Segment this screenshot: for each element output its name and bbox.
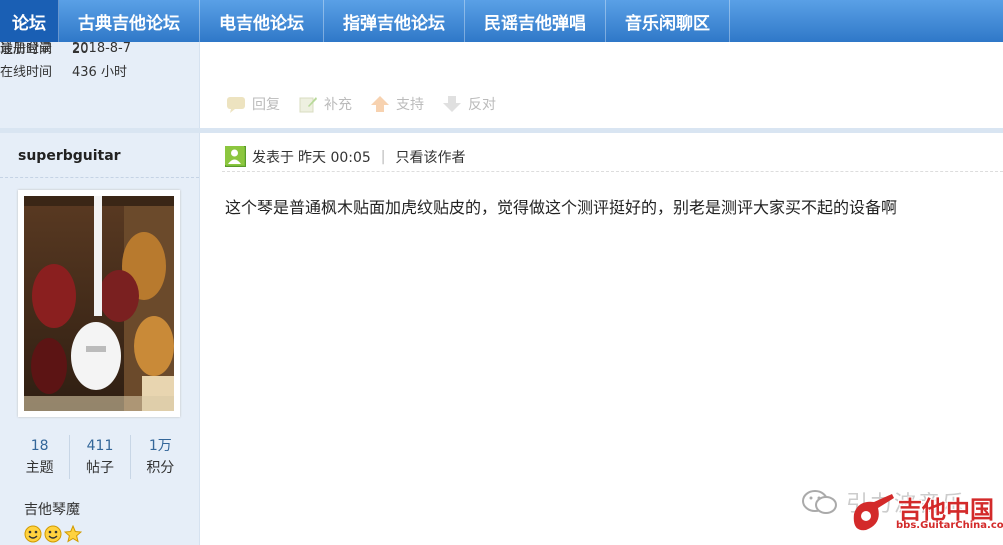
thumbs-up-icon (371, 96, 389, 112)
meta-separator: | (380, 148, 386, 165)
online-status-icon (225, 146, 246, 167)
stat-threads-label: 主题 (25, 460, 54, 476)
edit-icon (299, 97, 317, 113)
post-meta-prefix: 发表于 (252, 149, 294, 166)
sidebar-divider (0, 177, 199, 178)
stat-points-value: 1万 (148, 438, 172, 454)
post-content: 这个琴是普通枫木贴面加虎纹贴皮的，觉得做这个测评挺好的，别老是测评大家买不起的设… (225, 198, 898, 217)
post-meta-divider (222, 171, 1003, 172)
wechat-icon (802, 490, 837, 514)
reply-label: 回复 (252, 97, 280, 113)
stat-threads-value: 18 (30, 438, 49, 454)
author-only-link[interactable]: 只看该作者 (396, 147, 466, 167)
nav-item-music-chat[interactable]: 音乐闲聊区 (606, 0, 730, 42)
support-button[interactable]: 支持 (370, 94, 424, 114)
supplement-button[interactable]: 补充 (298, 94, 352, 114)
stat-posts[interactable]: 411 帖子 (70, 435, 131, 479)
nav-item-folk-guitar[interactable]: 民谣吉他弹唱 (465, 0, 606, 42)
nav-item-classical-guitar[interactable]: 古典吉他论坛 (59, 0, 200, 42)
logo-sub-text: bbs.GuitarChina.com (896, 520, 1003, 531)
online-time-value: 436 小时 (72, 65, 127, 80)
author-username[interactable]: superbguitar (18, 148, 121, 164)
nav-item-forum[interactable]: 论坛 (0, 0, 59, 42)
post-meta: 发表于 昨天 00:05 | 只看该作者 (225, 146, 466, 167)
author-sidebar: superbguitar 18 主题 411 帖子 1万 积分 吉他琴魔 (0, 133, 200, 545)
top-nav-bar: 论坛 古典吉他论坛 电吉他论坛 指弹吉他论坛 民谣吉他弹唱 音乐闲聊区 (0, 0, 1003, 42)
stat-threads[interactable]: 18 主题 (10, 435, 71, 479)
reply-button[interactable]: 回复 (226, 94, 280, 114)
nav-item-electric-guitar[interactable]: 电吉他论坛 (200, 0, 324, 42)
post-time: 昨天 00:05 (298, 149, 371, 166)
author-stats: 18 主题 411 帖子 1万 积分 (10, 435, 190, 479)
rank-medals (24, 525, 82, 543)
avatar-frame[interactable] (18, 190, 180, 417)
smiley-icon (24, 525, 42, 543)
smiley-icon (44, 525, 62, 543)
support-label: 支持 (396, 97, 424, 113)
post-actions: 回复 补充 支持 反对 (226, 94, 496, 114)
oppose-label: 反对 (468, 97, 496, 113)
guitar-logo-icon (853, 494, 894, 531)
star-icon (64, 525, 82, 543)
nav-item-fingerstyle[interactable]: 指弹吉他论坛 (324, 0, 465, 42)
avatar[interactable] (24, 196, 174, 411)
online-time-row: 在线时间 436 小时 (0, 61, 127, 80)
stat-points-label: 积分 (146, 460, 175, 476)
thumbs-down-icon (443, 96, 461, 112)
site-logo: 吉他中国 bbs.GuitarChina.com (848, 490, 1003, 536)
reply-icon (227, 97, 245, 113)
stat-points[interactable]: 1万 积分 (131, 435, 190, 479)
oppose-button[interactable]: 反对 (442, 94, 496, 114)
supplement-label: 补充 (324, 97, 352, 113)
last-login-value: 2018-8-7 (72, 41, 132, 56)
author-rank[interactable]: 吉他琴魔 (24, 499, 80, 519)
stat-posts-label: 帖子 (85, 460, 114, 476)
stat-posts-value: 411 (86, 438, 114, 454)
online-time-label: 在线时间 (0, 65, 53, 80)
